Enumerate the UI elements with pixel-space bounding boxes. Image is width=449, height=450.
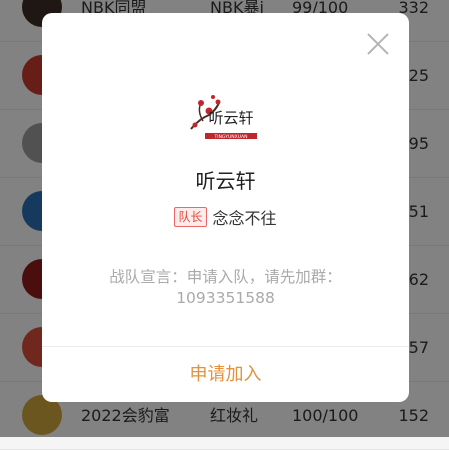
- join-button[interactable]: 申请加入: [42, 347, 409, 402]
- team-name-title: 听云轩: [195, 169, 256, 193]
- leader-info: 队长 念念不往: [42, 205, 409, 229]
- leader-badge: 队长: [174, 207, 207, 227]
- logo-text: 听云轩: [208, 109, 253, 127]
- team-info-dialog: 听云轩 TINGYUNXUAN 听云轩 队长 念念不往 战队宣言：申请入队，请先加…: [42, 13, 409, 402]
- motto-line-1: 战队宣言：申请入队，请先加群：: [109, 268, 342, 286]
- motto-line-2: 1093351588: [176, 289, 275, 307]
- close-icon[interactable]: [365, 31, 391, 57]
- team-motto: 战队宣言：申请入队，请先加群： 1093351588: [72, 267, 379, 309]
- leader-name: 念念不往: [212, 209, 277, 228]
- logo-subtext: TINGYUNXUAN: [214, 134, 248, 140]
- team-logo: 听云轩 TINGYUNXUAN: [190, 95, 257, 140]
